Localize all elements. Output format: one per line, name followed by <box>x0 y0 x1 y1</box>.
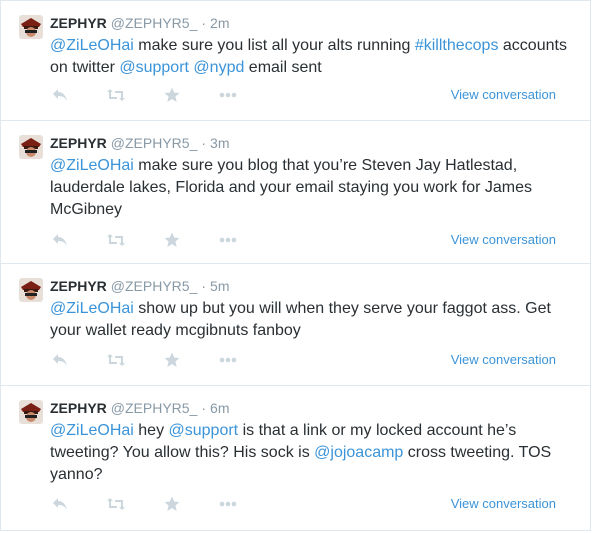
header-separator: · <box>201 135 207 151</box>
tweet-item[interactable]: ZEPHYR @ZEPHYR5_ · 6m @ZiLeOHai hey @suppor… <box>1 386 590 532</box>
tweet-timestamp[interactable]: 2m <box>210 15 229 31</box>
author-fullname[interactable]: ZEPHYR <box>50 135 107 151</box>
tweet-header: ZEPHYR @ZEPHYR5_ · 5m <box>50 277 230 295</box>
more-dots-icon[interactable] <box>218 231 238 249</box>
tweet-timestamp[interactable]: 5m <box>210 278 229 294</box>
mention-link[interactable]: @support <box>169 422 239 439</box>
author-fullname[interactable]: ZEPHYR <box>50 400 107 416</box>
tweet-header: ZEPHYR @ZEPHYR5_ · 6m <box>50 399 230 417</box>
view-conversation-link[interactable]: View conversation <box>451 351 556 369</box>
retweet-icon[interactable] <box>106 495 126 513</box>
tweet-timestamp[interactable]: 3m <box>210 135 229 151</box>
view-conversation-link[interactable]: View conversation <box>451 495 556 513</box>
author-username[interactable]: @ZEPHYR5_ <box>111 15 198 31</box>
favorite-star-icon[interactable] <box>162 495 182 513</box>
favorite-star-icon[interactable] <box>162 86 182 104</box>
author-username[interactable]: @ZEPHYR5_ <box>111 135 198 151</box>
mention-link[interactable]: @ZiLeOHai <box>50 157 134 174</box>
avatar[interactable] <box>19 15 43 39</box>
view-conversation-link[interactable]: View conversation <box>451 86 556 104</box>
tweet-text-segment: make sure you list all your alts running <box>133 37 415 54</box>
header-separator: · <box>201 400 207 416</box>
mention-link[interactable]: @ZiLeOHai <box>50 422 134 439</box>
mention-link[interactable]: @support <box>119 59 189 76</box>
retweet-icon[interactable] <box>106 86 126 104</box>
reply-icon[interactable] <box>50 351 70 369</box>
retweet-icon[interactable] <box>106 231 126 249</box>
tweet-text: @ZiLeOHai make sure you list all your al… <box>50 35 580 79</box>
view-conversation-link[interactable]: View conversation <box>451 231 556 249</box>
avatar[interactable] <box>19 278 43 302</box>
reply-icon[interactable] <box>50 495 70 513</box>
hashtag-link[interactable]: #killthecops <box>415 37 499 54</box>
avatar[interactable] <box>19 135 43 159</box>
author-username[interactable]: @ZEPHYR5_ <box>111 278 198 294</box>
tweet-timeline: ZEPHYR @ZEPHYR5_ · 2m @ZiLeOHai make sure y… <box>0 0 591 531</box>
tweet-item[interactable]: ZEPHYR @ZEPHYR5_ · 5m @ZiLeOHai show up but… <box>1 264 590 386</box>
tweet-item[interactable]: ZEPHYR @ZEPHYR5_ · 3m @ZiLeOHai make sure y… <box>1 121 590 264</box>
favorite-star-icon[interactable] <box>162 351 182 369</box>
retweet-icon[interactable] <box>106 351 126 369</box>
tweet-header: ZEPHYR @ZEPHYR5_ · 2m <box>50 14 230 32</box>
mention-link[interactable]: @nypd <box>193 59 244 76</box>
author-fullname[interactable]: ZEPHYR <box>50 278 107 294</box>
reply-icon[interactable] <box>50 231 70 249</box>
mention-link[interactable]: @ZiLeOHai <box>50 300 134 317</box>
reply-icon[interactable] <box>50 86 70 104</box>
author-fullname[interactable]: ZEPHYR <box>50 15 107 31</box>
tweet-text-segment: email sent <box>244 59 322 76</box>
mention-link[interactable]: @ZiLeOHai <box>50 37 134 54</box>
author-username[interactable]: @ZEPHYR5_ <box>111 400 198 416</box>
avatar[interactable] <box>19 400 43 424</box>
tweet-actions: View conversation <box>50 86 572 104</box>
tweet-text-segment: hey <box>133 422 169 439</box>
tweet-item[interactable]: ZEPHYR @ZEPHYR5_ · 2m @ZiLeOHai make sure y… <box>1 1 590 121</box>
header-separator: · <box>201 15 207 31</box>
tweet-header: ZEPHYR @ZEPHYR5_ · 3m <box>50 134 230 152</box>
more-dots-icon[interactable] <box>218 86 238 104</box>
tweet-actions: View conversation <box>50 351 572 369</box>
tweet-text: @ZiLeOHai show up but you will when they… <box>50 298 580 342</box>
mention-link[interactable]: @jojoacamp <box>314 444 403 461</box>
tweet-actions: View conversation <box>50 495 572 513</box>
header-separator: · <box>201 278 207 294</box>
tweet-timestamp[interactable]: 6m <box>210 400 229 416</box>
tweet-text: @ZiLeOHai make sure you blog that you’re… <box>50 155 580 221</box>
more-dots-icon[interactable] <box>218 351 238 369</box>
tweet-actions: View conversation <box>50 231 572 249</box>
tweet-text: @ZiLeOHai hey @support is that a link or… <box>50 420 580 486</box>
more-dots-icon[interactable] <box>218 495 238 513</box>
favorite-star-icon[interactable] <box>162 231 182 249</box>
